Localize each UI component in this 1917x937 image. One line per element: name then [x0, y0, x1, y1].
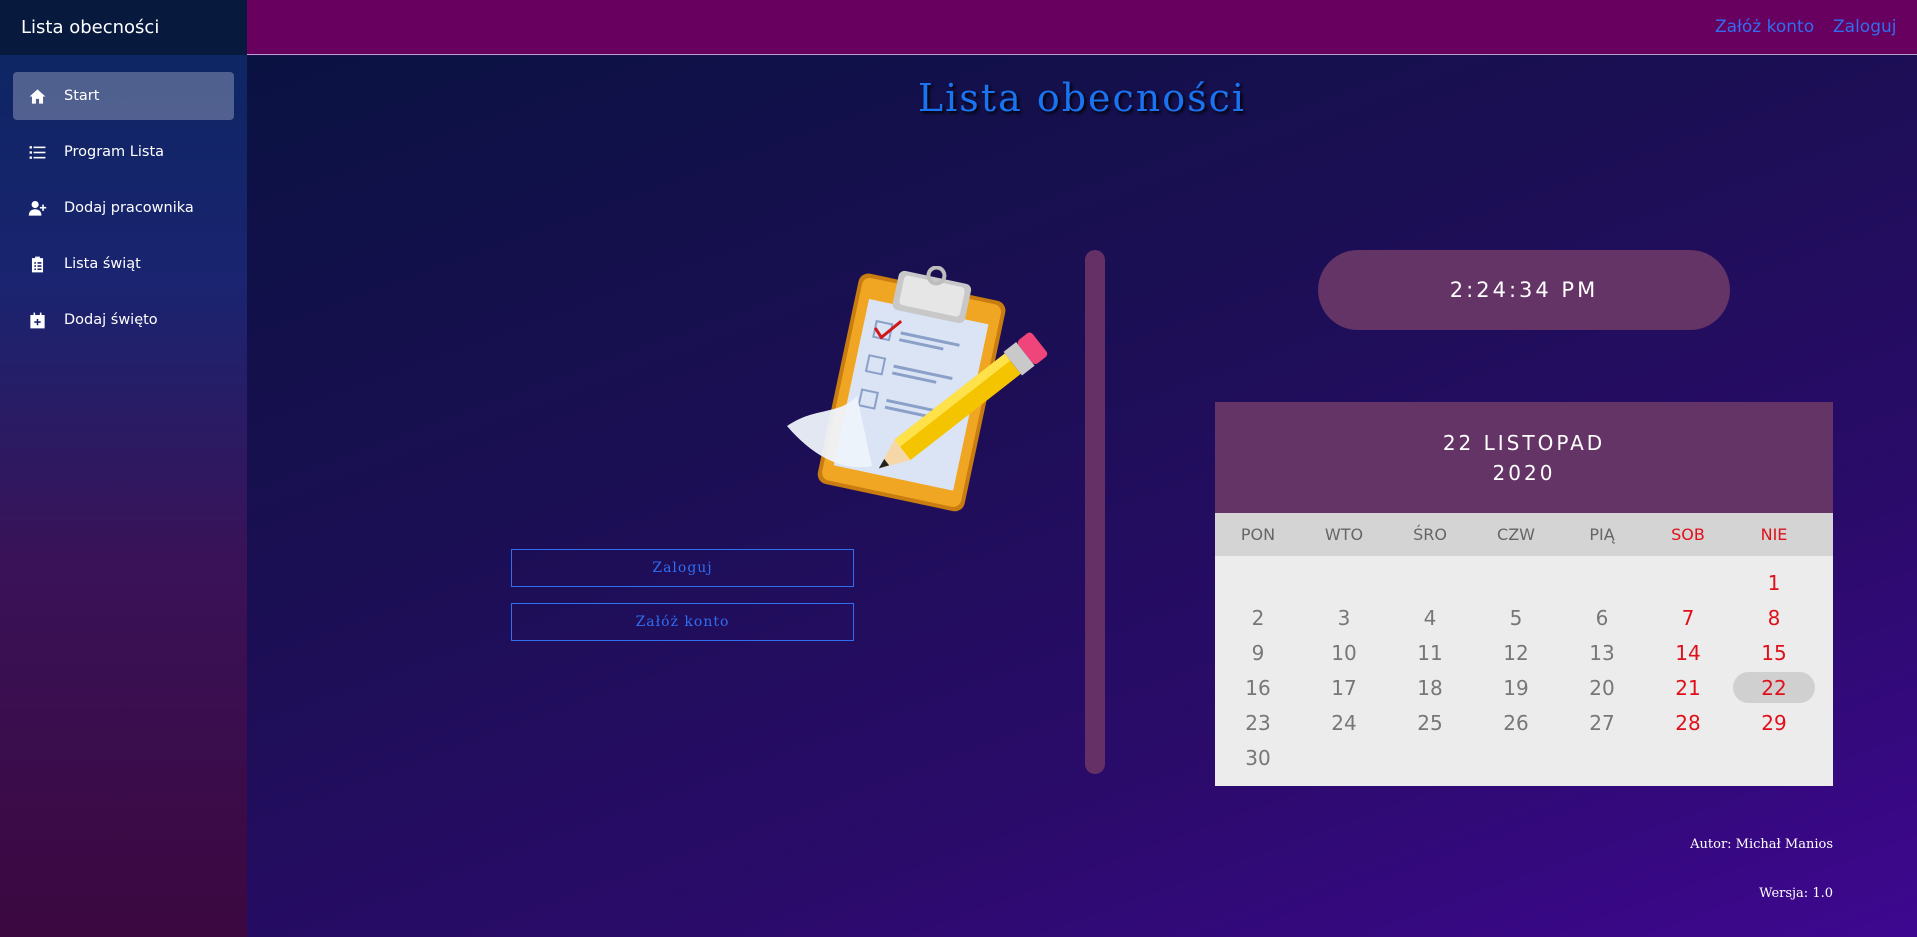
calendar-day[interactable]: 11 [1387, 635, 1473, 670]
home-icon [29, 88, 46, 104]
calendar-date: 22 LISTOPAD [1442, 430, 1606, 455]
calendar-header: 22 LISTOPAD 2020 [1215, 402, 1833, 513]
app-title: Lista obecności [0, 0, 247, 55]
calendar-day[interactable]: 12 [1473, 635, 1559, 670]
calendar-day[interactable]: 18 [1387, 670, 1473, 705]
main-content: Lista obecności Zaloguj Załóż konto 2:24… [247, 56, 1917, 937]
calendar-day[interactable]: 5 [1473, 600, 1559, 635]
calendar-day[interactable]: 13 [1559, 635, 1645, 670]
calendar-day[interactable]: 21 [1645, 670, 1731, 705]
register-button[interactable]: Załóż konto [511, 603, 854, 641]
calendar-day[interactable]: 2 [1215, 600, 1301, 635]
calendar: 22 LISTOPAD 2020 PON WTO ŚRO CZW PIĄ SOB NIE 1… [1215, 402, 1833, 786]
clipboard-list-icon [31, 256, 44, 272]
calendar-day[interactable]: 30 [1215, 740, 1301, 775]
calendar-day[interactable]: 16 [1215, 670, 1301, 705]
calendar-empty-cell [1559, 565, 1645, 600]
calendar-day[interactable]: 20 [1559, 670, 1645, 705]
weekday-label: SOB [1671, 525, 1705, 544]
user-plus-icon [28, 200, 47, 216]
calendar-empty-cell [1387, 565, 1473, 600]
login-button[interactable]: Zaloguj [511, 549, 854, 587]
clock-display: 2:24:34 PM [1318, 250, 1730, 330]
sidebar-item-label: Dodaj pracownika [64, 200, 194, 216]
author-text: Autor: Michał Manios [1690, 837, 1833, 852]
calendar-plus-icon [30, 312, 45, 328]
calendar-empty-cell [1215, 565, 1301, 600]
calendar-day[interactable]: 29 [1731, 705, 1817, 740]
calendar-day[interactable]: 28 [1645, 705, 1731, 740]
calendar-day[interactable]: 10 [1301, 635, 1387, 670]
sidebar-item-label: Start [64, 88, 100, 104]
sidebar-item-label: Program Lista [64, 144, 165, 160]
vertical-divider [1085, 250, 1105, 774]
sidebar: Lista obecności Start Program Lista Doda… [0, 0, 247, 937]
calendar-weekdays: PON WTO ŚRO CZW PIĄ SOB NIE [1215, 513, 1833, 556]
calendar-empty-cell [1473, 565, 1559, 600]
calendar-day[interactable]: 25 [1387, 705, 1473, 740]
weekday-label: NIE [1760, 525, 1788, 544]
sidebar-item-label: Lista świąt [64, 256, 141, 272]
sidebar-item-dodaj-pracownika[interactable]: Dodaj pracownika [13, 184, 234, 232]
calendar-grid: 1 2 3 4 5 6 7 8 9 10 11 12 13 14 15 16 17 18 19 20 21 22 23 24 2… [1215, 556, 1833, 775]
page-title: Lista obecności [917, 76, 1247, 120]
calendar-year: 2020 [1492, 460, 1556, 485]
calendar-day[interactable]: 7 [1645, 600, 1731, 635]
sidebar-nav: Start Program Lista Dodaj pracownika Lis… [0, 55, 247, 344]
calendar-empty-cell [1301, 565, 1387, 600]
calendar-day[interactable]: 24 [1301, 705, 1387, 740]
calendar-day[interactable]: 14 [1645, 635, 1731, 670]
calendar-day[interactable]: 19 [1473, 670, 1559, 705]
calendar-day[interactable]: 8 [1731, 600, 1817, 635]
calendar-day[interactable]: 15 [1731, 635, 1817, 670]
top-navbar: Załóż konto Zaloguj [247, 0, 1917, 55]
sidebar-item-dodaj-swieto[interactable]: Dodaj święto [13, 296, 234, 344]
sidebar-item-program-lista[interactable]: Program Lista [13, 128, 234, 176]
weekday-label: ŚRO [1413, 525, 1447, 544]
weekday-label: CZW [1497, 525, 1535, 544]
calendar-empty-cell [1645, 565, 1731, 600]
sidebar-item-start[interactable]: Start [13, 72, 234, 120]
calendar-day[interactable]: 23 [1215, 705, 1301, 740]
calendar-day[interactable]: 26 [1473, 705, 1559, 740]
weekday-label: WTO [1324, 525, 1364, 544]
calendar-day-today[interactable]: 22 [1733, 672, 1815, 703]
calendar-day[interactable]: 1 [1731, 565, 1817, 600]
weekday-label: PON [1240, 525, 1276, 544]
sidebar-item-lista-swiat[interactable]: Lista świąt [13, 240, 234, 288]
calendar-day[interactable]: 4 [1387, 600, 1473, 635]
weekday-label: PIĄ [1589, 525, 1615, 544]
clipboard-illustration [787, 266, 1048, 512]
calendar-day[interactable]: 3 [1301, 600, 1387, 635]
calendar-day[interactable]: 27 [1559, 705, 1645, 740]
sidebar-item-label: Dodaj święto [64, 312, 158, 328]
register-link[interactable]: Załóż konto [1715, 17, 1814, 37]
list-icon [29, 145, 46, 159]
calendar-day[interactable]: 6 [1559, 600, 1645, 635]
login-link[interactable]: Zaloguj [1833, 17, 1896, 37]
version-text: Wersja: 1.0 [1759, 886, 1833, 901]
calendar-day[interactable]: 9 [1215, 635, 1301, 670]
calendar-day[interactable]: 17 [1301, 670, 1387, 705]
